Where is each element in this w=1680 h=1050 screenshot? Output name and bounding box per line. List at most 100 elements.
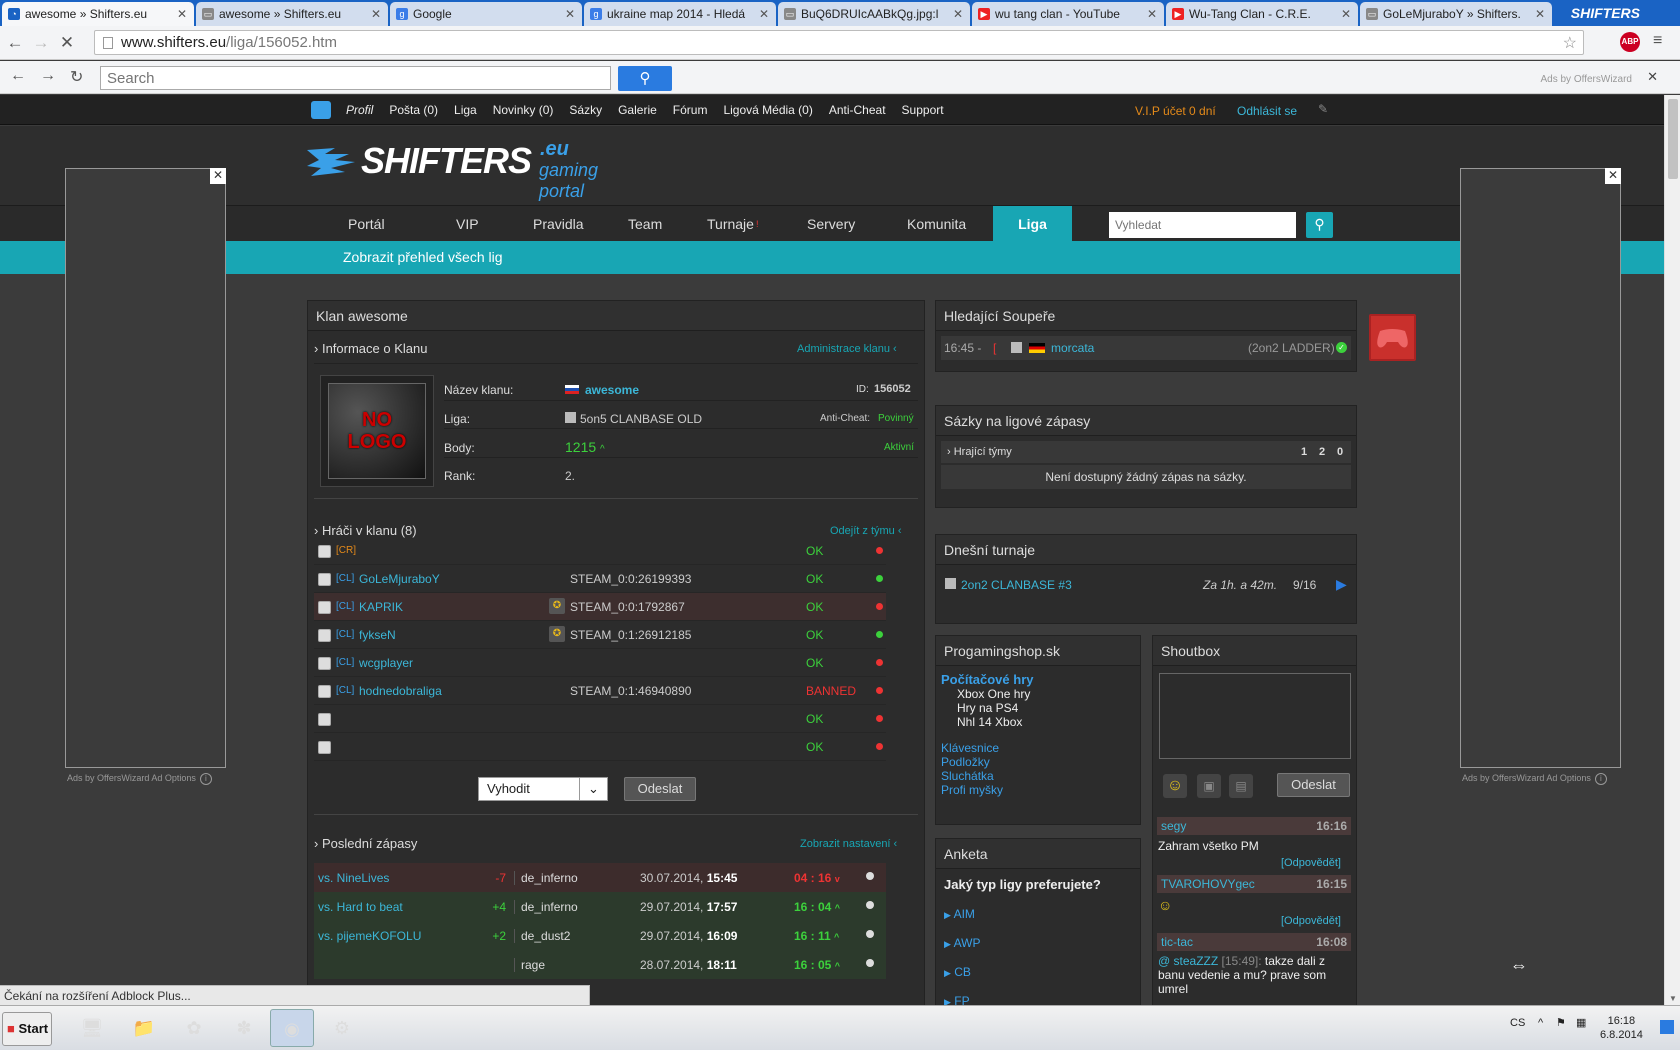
start-button[interactable]: ■ Start xyxy=(2,1012,52,1046)
text-icon[interactable]: ▤ xyxy=(1229,774,1253,798)
top-nav-item[interactable]: Support xyxy=(902,103,944,117)
app-icon[interactable]: ✽ xyxy=(222,1009,266,1047)
player-name[interactable]: wcgplayer xyxy=(359,656,413,670)
right-ad-options[interactable]: Ads by OffersWizard Ad Options i xyxy=(1462,773,1607,785)
nav-pravidla[interactable]: Pravidla xyxy=(533,206,584,242)
adblock-icon[interactable]: ABP xyxy=(1620,32,1640,52)
icq-icon[interactable]: ✿ xyxy=(172,1009,216,1047)
shop-link[interactable]: Podložky xyxy=(941,755,1034,769)
top-nav-item[interactable]: Liga xyxy=(454,103,477,117)
shop-link[interactable]: Počítačové hry xyxy=(941,673,1034,687)
left-ad[interactable]: ✕ xyxy=(65,168,226,768)
shop-link[interactable]: Nhl 14 Xbox xyxy=(941,715,1034,729)
menu-icon[interactable]: ≡ xyxy=(1653,32,1662,50)
network-icon[interactable]: ▦ xyxy=(1576,1016,1586,1029)
nav-turnaje[interactable]: Turnaje! xyxy=(707,206,758,242)
match-row[interactable]: rage 28.07.2014, 18:11 16 : 05 ^ xyxy=(314,950,886,979)
flag-icon[interactable]: ⚑ xyxy=(1556,1016,1566,1029)
close-icon[interactable]: ✕ xyxy=(758,7,770,21)
match-opponent[interactable]: vs. NineLives xyxy=(318,871,389,885)
site-logo[interactable]: SHIFTERS .eu gaming portal xyxy=(305,136,598,201)
poll-option[interactable]: ▶ AIM xyxy=(944,907,980,921)
close-icon[interactable]: ✕ xyxy=(370,7,382,21)
nav-servery[interactable]: Servery xyxy=(807,206,855,242)
image-icon[interactable]: ▣ xyxy=(1197,774,1221,798)
clan-admin-link[interactable]: Administrace klanu ‹ xyxy=(797,343,897,355)
player-name[interactable]: GoLeMjuraboY xyxy=(359,572,440,586)
site-search-button[interactable]: ⚲ xyxy=(1306,212,1333,238)
close-icon[interactable]: ✕ xyxy=(952,7,964,21)
poll-option[interactable]: ▶ FP xyxy=(944,994,980,1005)
player-checkbox[interactable] xyxy=(318,629,331,642)
shoutbox-send-button[interactable]: Odeslat xyxy=(1277,773,1350,797)
show-settings-link[interactable]: Zobrazit nastavení ‹ xyxy=(800,838,897,850)
reload-icon[interactable]: ↻ xyxy=(70,67,83,87)
browser-tab[interactable]: ▶ wu tang clan - YouTube ✕ xyxy=(972,2,1164,26)
match-opponent[interactable]: vs. Hard to beat xyxy=(318,900,403,914)
shout-user[interactable]: segy xyxy=(1161,819,1186,833)
site-icon[interactable] xyxy=(311,101,331,119)
browser-tab[interactable]: g ukraine map 2014 - Hledá ✕ xyxy=(584,2,776,26)
back-icon[interactable]: ← xyxy=(10,67,26,85)
forward-icon[interactable]: → xyxy=(40,67,56,85)
gamepad-icon[interactable] xyxy=(1369,314,1416,361)
bookmark-star-icon[interactable]: ☆ xyxy=(1563,33,1577,53)
browser-tab[interactable]: ▭ BuQ6DRUIcAABkQg.jpg:l ✕ xyxy=(778,2,970,26)
shop-link[interactable]: Hry na PS4 xyxy=(941,701,1034,715)
browser-tab[interactable]: ▭ GoLeMjuraboY » Shifters. ✕ xyxy=(1360,2,1552,26)
top-nav-item[interactable]: Anti-Cheat xyxy=(829,103,886,117)
close-icon[interactable]: ✕ xyxy=(1534,7,1546,21)
close-icon[interactable]: ✕ xyxy=(210,168,226,184)
top-nav-item[interactable]: Galerie xyxy=(618,103,657,117)
player-checkbox[interactable] xyxy=(318,601,331,614)
play-icon[interactable]: ▶ xyxy=(1336,576,1347,593)
poll-option[interactable]: ▶ AWP xyxy=(944,936,980,950)
scroll-down-icon[interactable]: ▼ xyxy=(1669,994,1677,1003)
close-icon[interactable]: ✕ xyxy=(1605,168,1621,184)
smiley-icon[interactable]: ☺ xyxy=(1163,774,1187,798)
computer-icon[interactable]: 🖥 xyxy=(70,1009,114,1047)
top-nav-item[interactable]: Sázky xyxy=(569,103,602,117)
top-nav-item[interactable]: Profil xyxy=(346,103,373,117)
page-scrollbar[interactable]: ▼ xyxy=(1664,95,1680,1005)
shout-user[interactable]: tic-tac xyxy=(1161,935,1193,949)
top-nav-item[interactable]: Pošta (0) xyxy=(389,103,438,117)
shop-link[interactable]: Xbox One hry xyxy=(941,687,1034,701)
site-search-input[interactable] xyxy=(1109,212,1296,238)
stop-icon[interactable]: ✕ xyxy=(56,33,78,53)
player-checkbox[interactable] xyxy=(318,713,331,726)
pin-icon[interactable]: ✎ xyxy=(1318,102,1328,116)
close-icon[interactable]: ✕ xyxy=(564,7,576,21)
kick-submit-button[interactable]: Odeslat xyxy=(624,777,696,801)
close-icon[interactable]: ✕ xyxy=(1340,7,1352,21)
match-opponent[interactable]: vs. pijemeKOFOLU xyxy=(318,929,421,943)
match-row[interactable]: vs. Hard to beat +4 de_inferno 29.07.2014, … xyxy=(314,892,886,921)
right-ad[interactable]: ✕ xyxy=(1460,168,1621,768)
top-nav-item[interactable]: Fórum xyxy=(673,103,708,117)
browser-tab[interactable]: ◔ awesome » Shifters.eu ✕ xyxy=(2,2,194,26)
player-name[interactable]: KAPRIK xyxy=(359,600,403,614)
quote-user[interactable]: steaZZZ xyxy=(1174,954,1219,968)
shop-link[interactable]: Profi myšky xyxy=(941,783,1034,797)
tournament-row[interactable]: 2on2 CLANBASE #3 Za 1h. a 42m. 9/16 ▶ xyxy=(941,571,1351,599)
player-name[interactable]: hodnedobraliga xyxy=(359,684,442,698)
language-indicator[interactable]: CS xyxy=(1510,1017,1525,1029)
explorer-icon[interactable]: 📁 xyxy=(122,1009,166,1047)
browser-tab[interactable]: g Google ✕ xyxy=(390,2,582,26)
player-checkbox[interactable] xyxy=(318,573,331,586)
close-icon[interactable]: ✕ xyxy=(1146,7,1158,21)
player-checkbox[interactable] xyxy=(318,545,331,558)
all-leagues-link[interactable]: Zobrazit přehled všech lig xyxy=(343,249,503,265)
back-icon[interactable]: ← xyxy=(4,33,26,53)
shop-link[interactable]: Sluchátka xyxy=(941,769,1034,783)
match-row[interactable]: vs. NineLives -7 de_inferno 30.07.2014, 15:… xyxy=(314,863,886,892)
nav-komunita[interactable]: Komunita xyxy=(907,206,966,242)
nav-portal[interactable]: Portál xyxy=(348,206,385,242)
nav-liga[interactable]: Liga xyxy=(993,206,1072,242)
nav-vip[interactable]: VIP xyxy=(456,206,479,242)
opponent-row[interactable]: 16:45 - [ morcata (2on2 LADDER) ✓ xyxy=(941,336,1351,360)
toolbar-search-button[interactable]: ⚲ xyxy=(618,66,672,91)
chrome-icon[interactable]: ◉ xyxy=(270,1009,314,1047)
shout-reply-link[interactable]: [Odpovědět] xyxy=(1281,915,1341,927)
steam-icon[interactable]: ⚙ xyxy=(320,1009,364,1047)
